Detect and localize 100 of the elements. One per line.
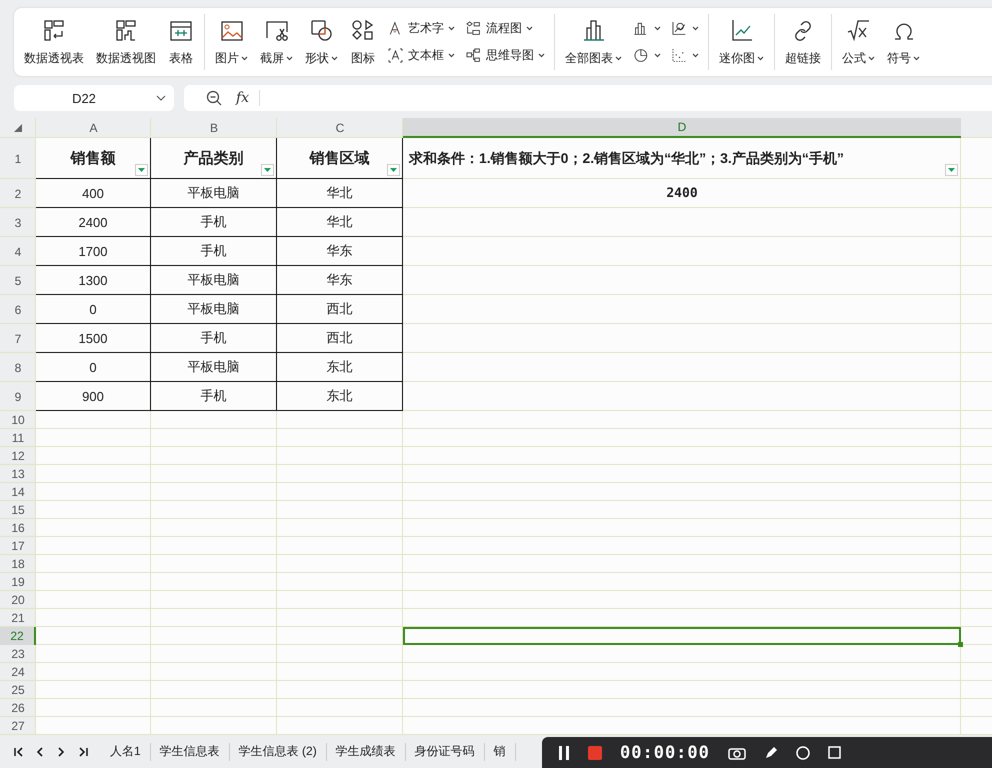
- table-cell: 平板电脑: [151, 295, 277, 324]
- table-cell: 华东: [277, 266, 403, 295]
- sheet-tab[interactable]: 身份证号码: [406, 742, 485, 760]
- filter-button[interactable]: [945, 164, 958, 176]
- table-cell: 平板电脑: [151, 353, 277, 382]
- table-cell: 0: [36, 295, 151, 324]
- first-sheet-icon[interactable]: [12, 746, 23, 756]
- row-header[interactable]: 19: [0, 573, 36, 591]
- ribbon-button[interactable]: 形状: [301, 16, 342, 68]
- shapes-icon: [308, 18, 334, 44]
- column-header[interactable]: A: [36, 118, 151, 138]
- row-header[interactable]: 26: [0, 699, 36, 717]
- filter-button[interactable]: [387, 164, 400, 176]
- last-sheet-icon[interactable]: [78, 746, 89, 756]
- row-header[interactable]: 6: [0, 295, 36, 324]
- filter-button[interactable]: [261, 164, 274, 176]
- ribbon-button[interactable]: 图片: [211, 16, 252, 68]
- row-header[interactable]: 17: [0, 537, 36, 555]
- table-cell: 手机: [151, 208, 277, 237]
- camera-icon[interactable]: [728, 746, 746, 760]
- row-header[interactable]: 10: [0, 411, 36, 429]
- table-cell-text: 2400: [665, 185, 699, 203]
- sheet-tab[interactable]: 人名1: [101, 742, 151, 760]
- ribbon-button[interactable]: 迷你图: [715, 16, 768, 68]
- ribbon-button[interactable]: 数据透视表: [20, 16, 88, 68]
- row-header[interactable]: 14: [0, 483, 36, 501]
- table-cell: 平板电脑: [151, 266, 277, 295]
- row-header[interactable]: 8: [0, 353, 36, 382]
- row-header[interactable]: 11: [0, 429, 36, 447]
- ribbon-button[interactable]: 数据透视图: [92, 16, 160, 68]
- row-header[interactable]: 12: [0, 447, 36, 465]
- ribbon-button[interactable]: 符号: [883, 16, 924, 68]
- row-header[interactable]: 7: [0, 324, 36, 353]
- ribbon-button[interactable]: 表格: [164, 16, 198, 68]
- circle-icon[interactable]: [796, 746, 810, 760]
- row-header[interactable]: 2: [0, 179, 36, 208]
- ribbon-button[interactable]: 截屏: [256, 16, 297, 68]
- sheet-tab[interactable]: 学生信息表 (2): [230, 742, 327, 760]
- ribbon-button[interactable]: 流程图: [462, 18, 548, 39]
- dropdown-arrow-icon: [390, 168, 397, 172]
- row-header[interactable]: 27: [0, 717, 36, 735]
- pause-icon[interactable]: [558, 746, 570, 760]
- select-all-icon[interactable]: [14, 124, 22, 132]
- table-cell: 西北: [277, 324, 403, 353]
- column-header[interactable]: D: [403, 118, 961, 138]
- table-cell: 手机: [151, 382, 277, 411]
- ribbon-button[interactable]: 艺术字: [384, 18, 458, 39]
- row-header[interactable]: 9: [0, 382, 36, 411]
- table-cell: 东北: [277, 353, 403, 382]
- row-header[interactable]: 13: [0, 465, 36, 483]
- filter-button[interactable]: [135, 164, 148, 176]
- table-cell: 400: [36, 179, 151, 208]
- ribbon-button[interactable]: 超链接: [781, 16, 825, 68]
- scatter-chart-icon: [671, 47, 688, 64]
- pen-icon[interactable]: [764, 746, 778, 760]
- table-cell: 1500: [36, 324, 151, 353]
- name-box[interactable]: D22: [14, 85, 174, 111]
- row-header[interactable]: 21: [0, 609, 36, 627]
- ribbon-button[interactable]: 全部图表: [561, 16, 626, 68]
- square-icon[interactable]: [828, 746, 841, 759]
- dropdown-arrow-icon: [948, 168, 955, 172]
- row-header[interactable]: 25: [0, 681, 36, 699]
- sheet-tab[interactable]: 学生信息表: [150, 742, 230, 760]
- table-cell: 2400: [36, 208, 151, 237]
- table-cell: 手机: [151, 324, 277, 353]
- row-header[interactable]: 15: [0, 501, 36, 519]
- recording-timer: 00:00:00: [620, 742, 710, 762]
- sheet-tab[interactable]: 销: [484, 742, 516, 760]
- stop-icon[interactable]: [588, 746, 602, 760]
- table-cell: 华北: [277, 208, 403, 237]
- column-header[interactable]: B: [151, 118, 277, 138]
- table-cell: 0: [36, 353, 151, 382]
- table-cell: 华东: [277, 237, 403, 266]
- row-header[interactable]: 18: [0, 555, 36, 573]
- row-header[interactable]: 24: [0, 663, 36, 681]
- ribbon-button[interactable]: 图标: [346, 16, 380, 68]
- row-header[interactable]: 20: [0, 591, 36, 609]
- row-header[interactable]: 16: [0, 519, 36, 537]
- ribbon-button[interactable]: 文本框: [384, 45, 458, 66]
- row-header[interactable]: 3: [0, 208, 36, 237]
- previous-sheet-icon[interactable]: [34, 746, 45, 756]
- table-cell: 手机: [151, 237, 277, 266]
- dropdown-arrow-icon: [138, 168, 145, 172]
- square-root-icon: [846, 18, 872, 44]
- row-header[interactable]: 1: [0, 138, 36, 179]
- zoom-icon[interactable]: [206, 90, 222, 106]
- table-cell: 东北: [277, 382, 403, 411]
- table-cell: 1700: [36, 237, 151, 266]
- row-header[interactable]: 23: [0, 645, 36, 663]
- function-button[interactable]: fx: [236, 90, 260, 106]
- ribbon-button[interactable]: 公式: [838, 16, 879, 68]
- row-header[interactable]: 4: [0, 237, 36, 266]
- flowchart-icon: [465, 20, 482, 37]
- column-header[interactable]: C: [277, 118, 403, 138]
- ribbon-button[interactable]: 思维导图: [462, 45, 548, 66]
- sheet-tab[interactable]: 学生成绩表: [326, 742, 406, 760]
- next-sheet-icon[interactable]: [56, 746, 67, 756]
- selected-cell[interactable]: [403, 627, 961, 645]
- row-header[interactable]: 5: [0, 266, 36, 295]
- row-header[interactable]: 22: [0, 627, 36, 645]
